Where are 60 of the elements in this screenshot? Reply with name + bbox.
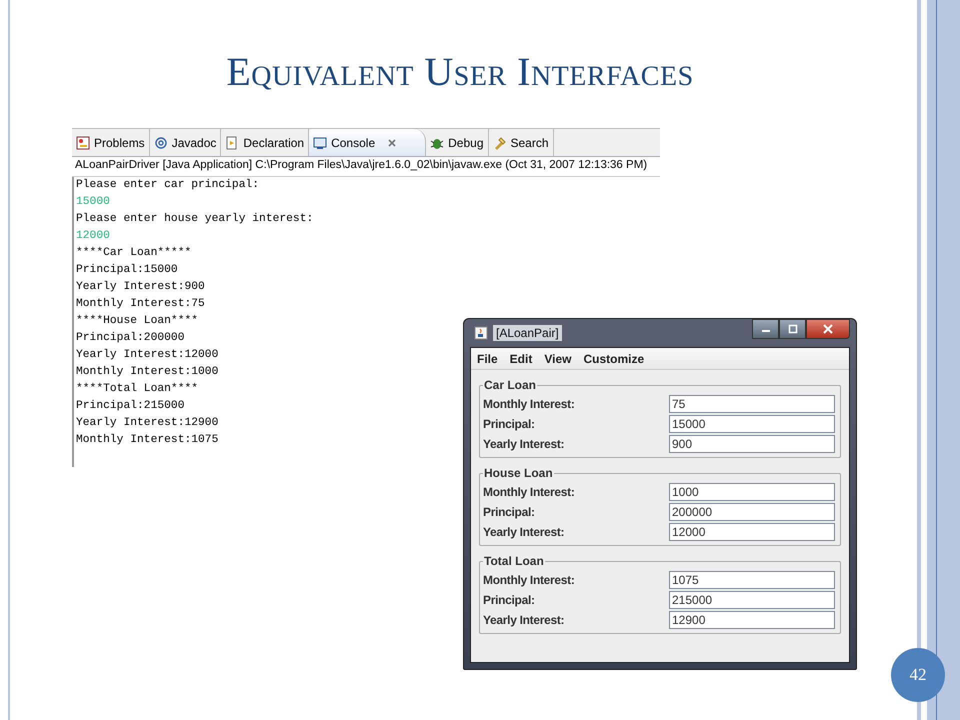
field-label: Principal:	[483, 593, 536, 607]
console-line: Monthly Interest:1075	[76, 432, 218, 448]
field-label: Yearly Interest:	[483, 613, 566, 627]
maximize-icon	[788, 324, 798, 334]
menu-item[interactable]: Customize	[583, 352, 644, 365]
input-field[interactable]: 15000	[669, 415, 835, 433]
input-field[interactable]: 12900	[669, 611, 835, 629]
console-line: ****Car Loan*****	[76, 246, 192, 261]
input-field[interactable]: 215000	[669, 591, 835, 609]
console-line: Principal:215000	[76, 398, 184, 414]
console-line: 12000	[76, 229, 110, 244]
menu-item[interactable]: View	[544, 352, 572, 365]
console-line: Yearly Interest:900	[76, 280, 205, 295]
page-number: 42	[891, 648, 945, 702]
close-button[interactable]	[806, 319, 850, 339]
console-line: Yearly Interest:12000	[76, 348, 218, 363]
field-label: Monthly Interest:	[483, 573, 576, 587]
console-header: ALoanPairDriver [Java Application] C:\Program Files\Java\jre1.6.0_02\bin\javaw.exe (Oct 31, 2007 12:13:36 PM)	[72, 157, 660, 177]
console-line: Principal:200000	[76, 330, 184, 346]
input-field[interactable]: 75	[669, 395, 835, 413]
window-title: [ALoanPair]	[493, 325, 562, 341]
menu-item[interactable]: Edit	[510, 352, 532, 365]
field-label: Principal:	[483, 417, 536, 431]
flashlight-icon	[492, 136, 506, 150]
input-field[interactable]: 900	[669, 435, 835, 453]
field-label: Yearly Interest:	[483, 437, 566, 451]
coffee-cup-icon	[474, 326, 488, 340]
console-line: Yearly Interest:12900	[76, 416, 218, 431]
warning-list-icon	[76, 136, 90, 150]
input-field[interactable]: 1000	[669, 483, 835, 501]
menu-item[interactable]: File	[477, 352, 498, 365]
view-tab[interactable]: Javadoc	[150, 129, 222, 156]
monitor-icon	[313, 136, 328, 150]
view-tab[interactable]: Search	[488, 129, 554, 156]
console-line: ****Total Loan****	[76, 382, 198, 397]
field-label: Monthly Interest:	[483, 397, 576, 411]
at-sign-icon	[154, 136, 168, 150]
minimize-button[interactable]	[752, 319, 779, 339]
console-line: Principal:15000	[76, 262, 178, 278]
input-field[interactable]: 12000	[669, 523, 835, 541]
close-icon[interactable]	[387, 138, 398, 148]
close-icon	[823, 324, 833, 334]
console-line: ****House Loan****	[76, 314, 198, 329]
document-icon	[225, 136, 240, 150]
maximize-button[interactable]	[779, 319, 806, 339]
console-line: Monthly Interest:1000	[76, 364, 218, 380]
group-title: House Loan	[483, 466, 554, 480]
field-label: Monthly Interest:	[483, 485, 576, 499]
field-label: Principal:	[483, 505, 536, 519]
console-line: Monthly Interest:75	[76, 296, 205, 312]
input-field[interactable]: 1075	[669, 571, 835, 589]
console-line: 15000	[76, 195, 110, 210]
console-line: Please enter house yearly interest:	[76, 212, 314, 227]
slide-title: Equivalent User Interfaces	[225, 48, 695, 95]
field-label: Yearly Interest:	[483, 525, 566, 539]
view-tab[interactable]: Console	[309, 129, 426, 156]
console-line: Please enter car principal:	[76, 178, 260, 193]
group-title: Total Loan	[483, 554, 545, 568]
group-title: Car Loan	[483, 378, 538, 392]
input-field[interactable]: 200000	[669, 503, 835, 521]
